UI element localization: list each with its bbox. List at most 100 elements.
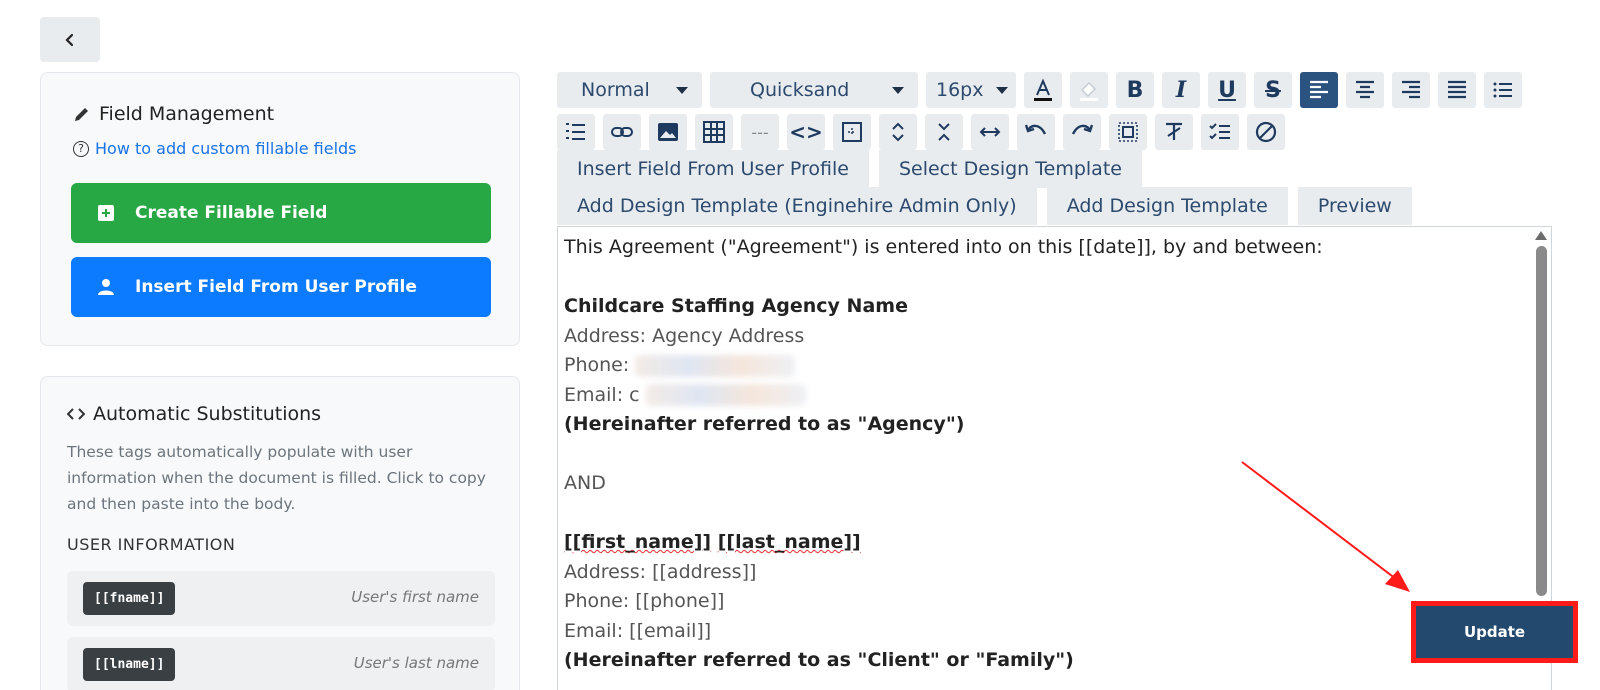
expand-horizontal-button[interactable] (971, 114, 1009, 150)
tab-add-design-template[interactable]: Add Design Template (1046, 187, 1288, 225)
align-right-button[interactable] (1392, 72, 1430, 108)
select-box-icon (842, 122, 862, 142)
substitutions-title-text: Automatic Substitutions (93, 403, 322, 425)
create-fillable-field-button[interactable]: Create Fillable Field (71, 183, 491, 243)
back-button[interactable] (40, 17, 100, 62)
agency-name: Childcare Staffing Agency Name (564, 295, 908, 317)
field-management-title: Field Management (73, 103, 274, 125)
align-center-icon (1356, 80, 1374, 99)
agency-phone: Phone: (564, 351, 1323, 381)
scroll-thumb[interactable] (1535, 246, 1547, 596)
horizontal-rule-button[interactable]: --- (741, 114, 779, 150)
code-view-button[interactable]: <> (787, 114, 825, 150)
text-color-icon (1034, 78, 1052, 101)
align-center-button[interactable] (1346, 72, 1384, 108)
question-circle-icon: ? (73, 140, 89, 157)
redo-button[interactable] (1063, 114, 1101, 150)
tab-row-2: Add Design Template (Enginehire Admin On… (557, 187, 1422, 225)
format-select[interactable]: Normal (557, 72, 702, 108)
size-select[interactable]: 16px (926, 72, 1016, 108)
tag-code[interactable]: [[lname]] (83, 648, 176, 681)
italic-icon: I (1175, 77, 1187, 103)
tab-select-design-template[interactable]: Select Design Template (878, 150, 1142, 188)
align-left-icon (1310, 80, 1328, 99)
bullet-list-button[interactable] (1484, 72, 1522, 108)
bold-button[interactable]: B (1116, 72, 1154, 108)
select-all-button[interactable] (833, 114, 871, 150)
select-block-icon (1118, 122, 1138, 142)
bullet-list-icon (1493, 82, 1512, 98)
help-link[interactable]: ? How to add custom fillable fields (73, 139, 357, 158)
tag-description: User's first name (351, 588, 479, 606)
expand-vertical-icon (892, 122, 904, 142)
client-name: [[first_name]] [[last_name]] (564, 528, 1323, 558)
image-button[interactable] (649, 114, 687, 150)
editor-content[interactable]: This Agreement ("Agreement") is entered … (564, 233, 1323, 676)
align-justify-icon (1448, 80, 1466, 99)
redo-icon (1071, 124, 1094, 135)
create-fillable-field-label: Create Fillable Field (135, 203, 328, 223)
bold-icon: B (1126, 77, 1144, 103)
tab-add-design-template-admin[interactable]: Add Design Template (Enginehire Admin On… (557, 187, 1037, 225)
underline-button[interactable]: U (1208, 72, 1246, 108)
collapse-vertical-button[interactable] (925, 114, 963, 150)
underline-icon: U (1218, 77, 1236, 103)
field-management-title-text: Field Management (99, 103, 275, 125)
tag-code[interactable]: [[fname]] (83, 582, 176, 615)
undo-icon (1024, 124, 1047, 135)
scroll-up-arrow-icon[interactable] (1535, 231, 1547, 240)
expand-horizontal-icon (979, 127, 1001, 137)
toolbar-row-2: --- <> (557, 114, 1285, 150)
undo-button[interactable] (1017, 114, 1055, 150)
strikethrough-icon: S (1265, 77, 1281, 103)
expand-vertical-button[interactable] (879, 114, 917, 150)
disable-button[interactable] (1247, 114, 1285, 150)
select-block-button[interactable] (1109, 114, 1147, 150)
field-management-card: Field Management ? How to add custom fil… (40, 72, 520, 346)
table-button[interactable] (695, 114, 733, 150)
link-button[interactable] (603, 114, 641, 150)
insert-field-from-profile-button[interactable]: Insert Field From User Profile (71, 257, 491, 317)
code-view-icon: <> (789, 120, 823, 144)
redacted-phone (635, 354, 796, 377)
ordered-list-button[interactable] (557, 114, 595, 150)
text-color-button[interactable] (1024, 72, 1062, 108)
tag-row-lname[interactable]: [[lname]] User's last name (67, 637, 495, 690)
checklist-icon (1209, 123, 1230, 140)
font-select[interactable]: Quicksand (710, 72, 918, 108)
ordered-list-icon (566, 123, 585, 140)
caret-down-icon (676, 86, 688, 94)
document-editor[interactable]: This Agreement ("Agreement") is entered … (557, 226, 1552, 690)
tab-insert-field-from-profile[interactable]: Insert Field From User Profile (557, 150, 869, 188)
font-select-value: Quicksand (750, 79, 850, 101)
user-information-label: USER INFORMATION (67, 535, 236, 554)
tag-description: User's last name (353, 654, 479, 672)
clear-format-button[interactable] (1155, 114, 1193, 150)
ban-icon (1255, 121, 1277, 143)
client-phone: Phone: [[phone]] (564, 590, 725, 612)
paint-bucket-icon (1080, 81, 1098, 101)
update-button[interactable]: Update (1412, 602, 1577, 662)
help-link-text[interactable]: How to add custom fillable fields (95, 139, 357, 158)
client-email: Email: [[email]] (564, 619, 712, 642)
align-left-button[interactable] (1300, 72, 1338, 108)
table-icon (703, 121, 725, 143)
checklist-button[interactable] (1201, 114, 1239, 150)
plus-square-icon (98, 205, 114, 221)
italic-button[interactable]: I (1162, 72, 1200, 108)
strikethrough-button[interactable]: S (1254, 72, 1292, 108)
justify-button[interactable] (1438, 72, 1476, 108)
tag-row-fname[interactable]: [[fname]] User's first name (67, 571, 495, 626)
automatic-substitutions-card: Automatic Substitutions These tags autom… (40, 376, 520, 690)
substitutions-description: These tags automatically populate with u… (67, 443, 486, 513)
caret-down-icon (996, 86, 1008, 94)
tab-preview[interactable]: Preview (1297, 187, 1412, 225)
clear-format-icon (1166, 122, 1182, 140)
user-icon (98, 279, 114, 295)
background-color-button[interactable] (1070, 72, 1108, 108)
agency-email: Email: c (564, 381, 1323, 411)
code-icon (67, 408, 85, 420)
